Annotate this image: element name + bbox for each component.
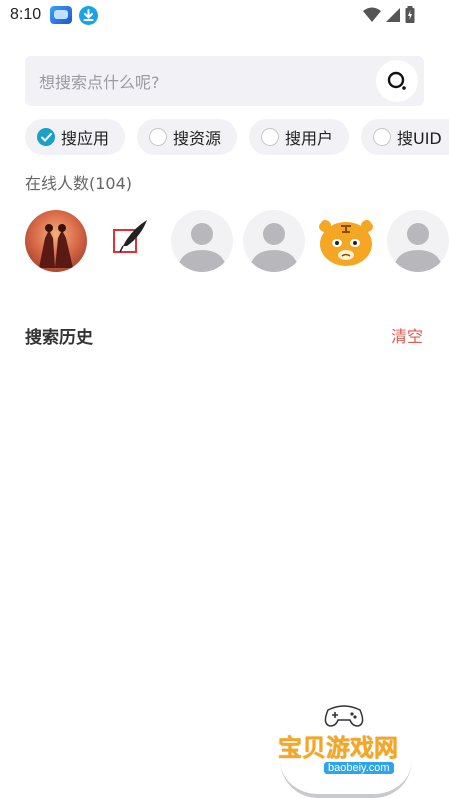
filter-label: 搜用户: [285, 129, 334, 148]
app-notification-icon: [50, 6, 72, 24]
download-icon: [79, 6, 98, 25]
filter-search-apps[interactable]: 搜应用: [25, 119, 125, 155]
radio-icon: [261, 128, 279, 146]
search-history-heading: 搜索历史: [25, 328, 93, 348]
avatar[interactable]: [97, 210, 159, 272]
watermark-text: 宝贝游戏网: [278, 734, 398, 762]
avatar[interactable]: [387, 210, 449, 272]
filter-label: 搜应用: [61, 129, 110, 148]
battery-icon: [405, 6, 415, 23]
checked-radio-icon: [37, 128, 55, 146]
search-type-filters: 搜应用 搜资源 搜用户 搜UID: [25, 119, 449, 155]
online-count-heading: 在线人数(104): [25, 174, 133, 193]
radio-icon: [149, 128, 167, 146]
avatar[interactable]: [171, 210, 233, 272]
wifi-icon: [363, 7, 381, 22]
status-right-icons: [363, 6, 415, 23]
status-bar: 8:10: [0, 0, 449, 32]
avatar[interactable]: [243, 210, 305, 272]
online-avatars: [25, 210, 449, 272]
search-icon: [387, 71, 406, 90]
filter-label: 搜UID: [397, 129, 442, 148]
gamepad-icon: [324, 705, 364, 727]
search-bar: [25, 56, 424, 108]
status-time: 8:10: [10, 6, 42, 23]
search-button[interactable]: [376, 60, 418, 102]
avatar[interactable]: [315, 210, 377, 272]
avatar[interactable]: [25, 210, 87, 272]
radio-icon: [373, 128, 391, 146]
filter-search-resources[interactable]: 搜资源: [137, 119, 237, 155]
signal-icon: [386, 7, 400, 22]
filter-label: 搜资源: [173, 129, 222, 148]
filter-search-uid[interactable]: 搜UID: [361, 119, 449, 155]
filter-search-users[interactable]: 搜用户: [249, 119, 349, 155]
watermark-url: baobeiy.com: [324, 762, 394, 774]
clear-history-button[interactable]: 清空: [391, 323, 423, 347]
search-input[interactable]: [37, 56, 371, 108]
watermark-logo: 宝贝游戏网 baobeiy.com: [272, 700, 420, 798]
